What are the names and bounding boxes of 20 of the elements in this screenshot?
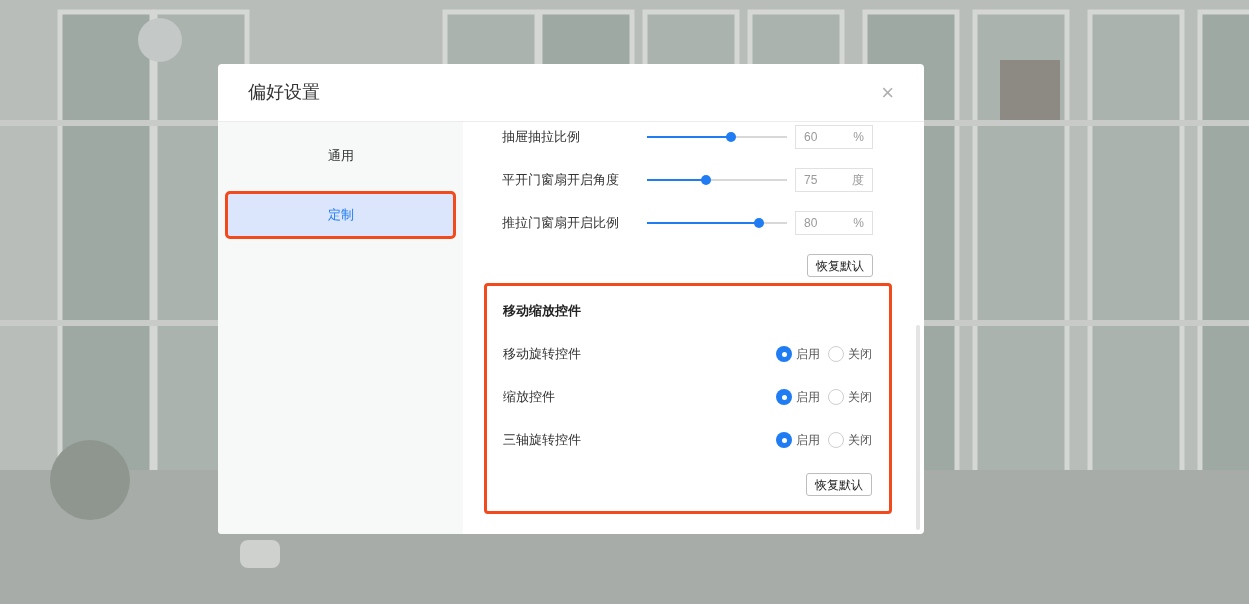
slider-label: 推拉门窗扇开启比例	[502, 214, 620, 233]
slider-thumb[interactable]	[726, 132, 736, 142]
radio-option[interactable]: 关闭	[828, 345, 872, 363]
radio-option[interactable]: 启用	[776, 388, 820, 406]
radio-option[interactable]: 关闭	[828, 431, 872, 449]
sidebar-tab[interactable]: 通用	[225, 132, 456, 180]
section-title: 移动缩放控件	[503, 302, 582, 320]
setting-label: 三轴旋转控件	[503, 431, 581, 450]
dialog-title: 偏好设置	[248, 81, 320, 104]
radio-option[interactable]: 启用	[776, 431, 820, 449]
setting-label: 缩放控件	[503, 388, 555, 407]
slider-label: 抽屉抽拉比例	[502, 128, 581, 147]
slider-label: 平开门窗扇开启角度	[502, 171, 620, 190]
reset-button[interactable]: 恢复默认	[806, 473, 872, 496]
slider-thumb[interactable]	[754, 218, 764, 228]
radio-option[interactable]: 关闭	[828, 388, 872, 406]
reset-button[interactable]: 恢复默认	[807, 254, 873, 277]
setting-label: 移动旋转控件	[503, 345, 581, 364]
slider-thumb[interactable]	[700, 175, 711, 185]
radio-option[interactable]: 启用	[776, 345, 820, 363]
